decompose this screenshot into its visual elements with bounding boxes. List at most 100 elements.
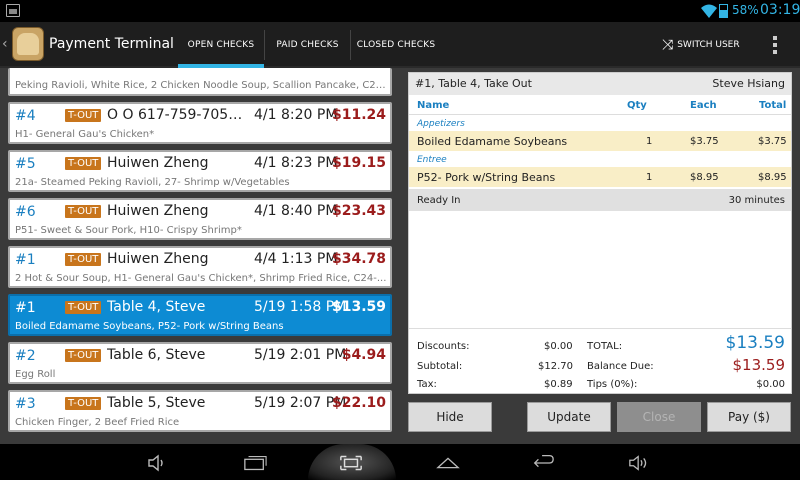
pay-button[interactable]: Pay ($) xyxy=(707,402,791,432)
check-items: Chicken Finger, 2 Beef Fried Rice xyxy=(15,417,180,428)
subtotal-label: Subtotal: xyxy=(417,361,463,372)
check-row-selected[interactable]: #1 T-OUT Table 4, Steve 5/19 1:58 PM $13… xyxy=(8,294,392,336)
tips-value: $0.00 xyxy=(756,379,785,390)
check-row[interactable]: #6 T-OUT Huiwen Zheng 4/1 8:40 PM $23.43… xyxy=(8,198,392,240)
ticket-item[interactable]: P52- Pork w/String Beans 1 $8.95 $8.95 xyxy=(409,167,791,187)
check-items: H1- General Gau's Chicken* xyxy=(15,129,155,140)
check-name: Huiwen Zheng xyxy=(107,155,209,171)
ticket-item[interactable]: Boiled Edamame Soybeans 1 $3.75 $3.75 xyxy=(409,131,791,151)
back-icon[interactable] xyxy=(531,454,555,472)
tab-closed-checks[interactable]: CLOSED CHECKS xyxy=(351,22,441,68)
col-name: Name xyxy=(417,100,450,111)
check-name: Table 5, Steve xyxy=(107,395,206,411)
check-amount: $4.94 xyxy=(341,347,386,363)
switch-user-button[interactable]: ⤨ SWITCH USER xyxy=(662,22,740,68)
item-name: Boiled Edamame Soybeans xyxy=(417,135,568,148)
check-items: 21a- Steamed Peking Ravioli, 27- Shrimp … xyxy=(15,177,290,188)
col-total: Total xyxy=(759,100,787,111)
col-each: Each xyxy=(690,100,717,111)
takeout-badge: T-OUT xyxy=(65,253,102,266)
system-nav-bar xyxy=(0,444,800,480)
check-date: 5/19 2:01 PM xyxy=(254,347,347,363)
close-button[interactable]: Close xyxy=(617,402,701,432)
check-amount: $23.43 xyxy=(331,203,386,219)
tax-label: Tax: xyxy=(417,379,437,390)
discounts-label: Discounts: xyxy=(417,341,470,352)
check-items: 2 Hot & Sour Soup, H1- General Gau's Chi… xyxy=(15,273,387,284)
takeout-badge: T-OUT xyxy=(65,205,102,218)
ticket-title: #1, Table 4, Take Out xyxy=(415,77,532,90)
item-qty: 1 xyxy=(646,136,653,147)
screenshot-icon[interactable] xyxy=(339,454,363,472)
check-date: 4/4 1:13 PM xyxy=(254,251,338,267)
discounts-value: $0.00 xyxy=(544,341,573,352)
check-name: O O 617-759-7058,... xyxy=(107,107,247,123)
wifi-icon xyxy=(701,4,717,18)
takeout-badge: T-OUT xyxy=(65,349,102,362)
takeout-badge: T-OUT xyxy=(65,301,102,314)
recent-apps-icon[interactable] xyxy=(243,454,267,472)
check-row[interactable]: Peking Ravioli, White Rice, 2 Chicken No… xyxy=(8,68,392,96)
item-name: P52- Pork w/String Beans xyxy=(417,171,556,184)
item-total: $3.75 xyxy=(758,136,787,147)
check-name: Table 4, Steve xyxy=(107,299,206,315)
check-number: #1 xyxy=(15,252,36,268)
check-items: Peking Ravioli, White Rice, 2 Chicken No… xyxy=(15,80,387,91)
action-bar: ‹ Payment Terminal OPEN CHECKS PAID CHEC… xyxy=(0,22,800,68)
totals-section: Discounts: $0.00 Subtotal: $12.70 Tax: $… xyxy=(409,328,791,394)
total-value: $13.59 xyxy=(725,333,785,353)
total-label: TOTAL: xyxy=(587,341,623,352)
subtotal-value: $12.70 xyxy=(538,361,573,372)
category-label: Appetizers xyxy=(417,119,465,129)
app-title: Payment Terminal xyxy=(49,36,174,52)
item-total: $8.95 xyxy=(758,172,787,183)
check-name: Huiwen Zheng xyxy=(107,251,209,267)
check-number: #4 xyxy=(15,108,36,124)
tab-paid-checks[interactable]: PAID CHECKS xyxy=(265,22,350,68)
check-date: 4/1 8:40 PM xyxy=(254,203,338,219)
ready-in-row[interactable]: Ready In 30 minutes xyxy=(409,189,791,211)
update-button[interactable]: Update xyxy=(527,402,611,432)
check-number: #3 xyxy=(15,396,36,412)
open-checks-list[interactable]: Peking Ravioli, White Rice, 2 Chicken No… xyxy=(0,68,400,444)
ready-in-label: Ready In xyxy=(417,195,461,206)
takeout-badge: T-OUT xyxy=(65,109,102,122)
check-items: Boiled Edamame Soybeans, P52- Pork w/Str… xyxy=(15,321,284,332)
volume-up-icon[interactable] xyxy=(628,454,652,472)
tab-open-checks[interactable]: OPEN CHECKS xyxy=(178,22,264,68)
check-items: P51- Sweet & Sour Pork, H10- Crispy Shri… xyxy=(15,225,242,236)
volume-down-icon[interactable] xyxy=(146,454,170,472)
switch-user-label: SWITCH USER xyxy=(677,40,740,50)
category-label: Entree xyxy=(417,155,447,165)
tips-label: Tips (0%): xyxy=(587,379,638,390)
takeout-badge: T-OUT xyxy=(65,397,102,410)
status-bar: 58% 03:19 xyxy=(0,0,800,22)
check-number: #6 xyxy=(15,204,36,220)
check-number: #5 xyxy=(15,156,36,172)
hide-button[interactable]: Hide xyxy=(408,402,492,432)
home-icon[interactable] xyxy=(436,454,460,472)
gallery-notification-icon xyxy=(6,4,20,17)
battery-percent: 58% xyxy=(732,3,759,17)
check-row[interactable]: #2 T-OUT Table 6, Steve 5/19 2:01 PM $4.… xyxy=(8,342,392,384)
check-name: Huiwen Zheng xyxy=(107,203,209,219)
check-amount: $13.59 xyxy=(331,299,386,315)
up-caret-icon[interactable]: ‹ xyxy=(2,36,8,52)
check-row[interactable]: #5 T-OUT Huiwen Zheng 4/1 8:23 PM $19.15… xyxy=(8,150,392,192)
ready-in-value: 30 minutes xyxy=(728,195,785,206)
check-row[interactable]: #1 T-OUT Huiwen Zheng 4/4 1:13 PM $34.78… xyxy=(8,246,392,288)
balance-due-label: Balance Due: xyxy=(587,361,654,372)
toast-app-icon[interactable] xyxy=(12,27,44,61)
ticket-header: #1, Table 4, Take Out Steve Hsiang xyxy=(409,73,791,95)
item-qty: 1 xyxy=(646,172,653,183)
takeout-badge: T-OUT xyxy=(65,157,102,170)
overflow-menu-icon[interactable] xyxy=(773,36,777,54)
ticket-detail: #1, Table 4, Take Out Steve Hsiang Name … xyxy=(408,72,792,394)
battery-icon xyxy=(719,4,728,18)
balance-due-value: $13.59 xyxy=(732,356,786,374)
check-name: Table 6, Steve xyxy=(107,347,206,363)
check-date: 4/1 8:23 PM xyxy=(254,155,338,171)
shuffle-icon: ⤨ xyxy=(662,37,674,53)
check-row[interactable]: #4 T-OUT O O 617-759-7058,... 4/1 8:20 P… xyxy=(8,102,392,144)
check-row[interactable]: #3 T-OUT Table 5, Steve 5/19 2:07 PM $22… xyxy=(8,390,392,432)
